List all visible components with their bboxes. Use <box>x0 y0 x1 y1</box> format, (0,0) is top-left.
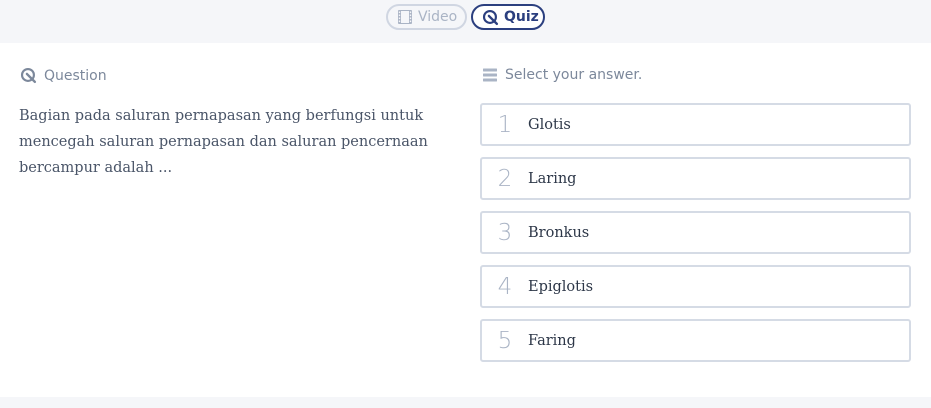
tab-video-label: Video <box>418 9 458 25</box>
answer-option-1[interactable]: 1 Glotis <box>480 103 911 146</box>
list-icon <box>483 68 497 82</box>
answer-option-5[interactable]: 5 Faring <box>480 319 911 362</box>
answer-option-2[interactable]: 2 Laring <box>480 157 911 200</box>
option-label: Laring <box>528 170 577 187</box>
option-number: 3 <box>497 219 513 246</box>
question-header: Question <box>20 67 107 84</box>
answer-options: 1 Glotis 2 Laring 3 Bronkus 4 Epiglotis … <box>480 103 911 373</box>
top-bar: Video Quiz <box>0 0 931 43</box>
question-header-label: Question <box>44 67 107 84</box>
option-number: 2 <box>497 165 513 192</box>
quiz-icon <box>482 9 499 25</box>
option-number: 1 <box>497 111 513 138</box>
answers-header-label: Select your answer. <box>505 67 643 83</box>
option-label: Faring <box>528 332 576 349</box>
film-icon <box>398 10 412 24</box>
tab-quiz-label: Quiz <box>504 9 539 25</box>
question-text: Bagian pada saluran pernapasan yang berf… <box>19 108 428 176</box>
tab-quiz[interactable]: Quiz <box>471 4 545 30</box>
option-label: Bronkus <box>528 224 590 241</box>
answer-option-4[interactable]: 4 Epiglotis <box>480 265 911 308</box>
quiz-icon <box>20 67 37 84</box>
answer-option-3[interactable]: 3 Bronkus <box>480 211 911 254</box>
option-label: Glotis <box>528 116 571 133</box>
option-number: 5 <box>497 327 513 354</box>
option-label: Epiglotis <box>528 278 594 295</box>
bottom-bar <box>0 397 931 408</box>
option-number: 4 <box>497 273 513 300</box>
tab-video[interactable]: Video <box>386 4 467 30</box>
answers-header: Select your answer. <box>482 67 642 83</box>
